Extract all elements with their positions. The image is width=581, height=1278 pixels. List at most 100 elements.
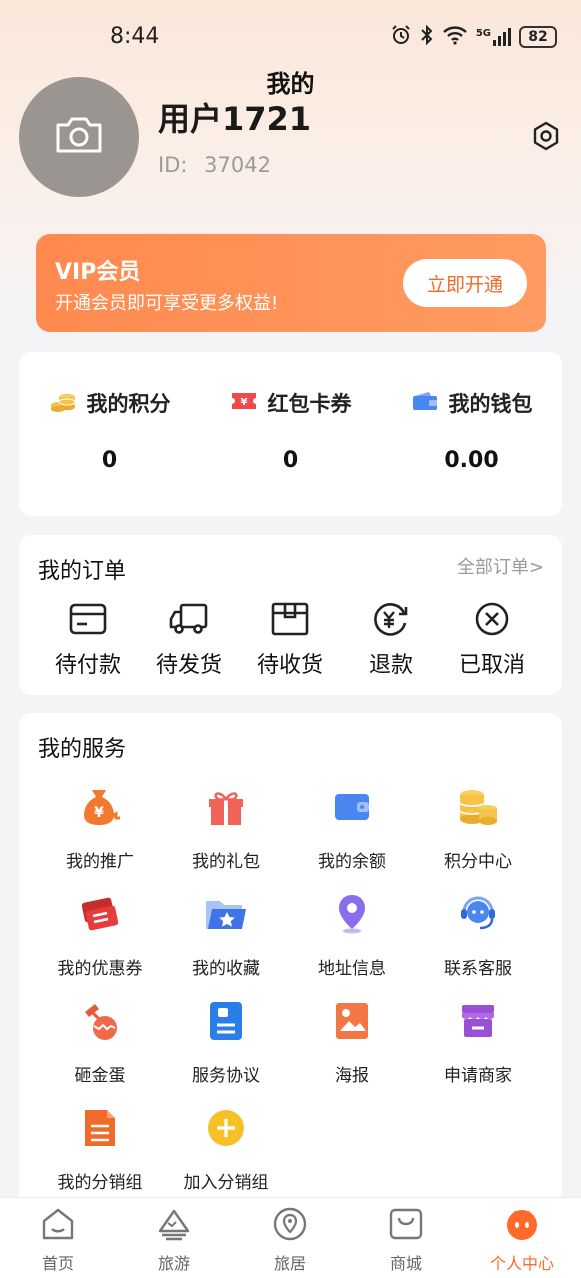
user-id-label: ID:: [158, 153, 188, 177]
bluetooth-icon: [420, 24, 434, 50]
svg-text:¥: ¥: [94, 805, 104, 821]
assets-card: 我的积分 0 ¥ 红包卡券 0 我的钱包 0.00: [19, 352, 562, 516]
services-title: 我的服务: [38, 737, 127, 762]
service-balance[interactable]: 我的余额: [289, 787, 415, 872]
avatar[interactable]: [19, 77, 139, 197]
golden-egg-icon: [79, 1000, 121, 1046]
stat-coupons[interactable]: ¥ 红包卡券 0: [200, 388, 381, 473]
service-gift[interactable]: 我的礼包: [163, 787, 289, 872]
coins-icon: [49, 389, 77, 418]
service-points-center[interactable]: 积分中心: [415, 787, 541, 872]
poster-icon: [334, 1001, 370, 1045]
network-type: 5G: [475, 28, 491, 39]
service-golden-egg-label: 砸金蛋: [74, 1066, 126, 1086]
tab-mall[interactable]: 商城: [348, 1208, 464, 1274]
service-address-label: 地址信息: [318, 959, 386, 979]
gift-icon: [206, 787, 246, 831]
refund-icon: [372, 601, 410, 641]
service-coupons[interactable]: 我的优惠券: [37, 894, 163, 979]
bottom-tab-bar: 首页 旅游 旅居 商城 个人中心: [0, 1197, 581, 1278]
service-gift-label: 我的礼包: [192, 852, 260, 872]
alarm-icon: [390, 24, 412, 50]
tab-sojourn[interactable]: 旅居: [232, 1206, 348, 1274]
status-bar: 8:44 5G 82: [0, 0, 581, 72]
location-icon: [272, 1206, 308, 1246]
stat-points[interactable]: 我的积分 0: [19, 388, 200, 473]
service-my-distribution-group-label: 我的分销组: [57, 1173, 143, 1193]
vip-title: VIP会员: [55, 260, 141, 285]
stat-coupons-value: 0: [282, 448, 299, 473]
vip-subtitle: 开通会员即可享受更多权益!: [55, 293, 279, 314]
service-my-distribution-group[interactable]: 我的分销组: [37, 1108, 163, 1193]
money-bag-icon: ¥: [78, 786, 122, 832]
service-promotion[interactable]: ¥ 我的推广: [37, 787, 163, 872]
cellular-signal-icon: 5G: [476, 28, 511, 46]
tab-home[interactable]: 首页: [0, 1208, 116, 1274]
services-card: 我的服务 ¥ 我的推广 我的礼包 我的余额 积分中心 我的优惠券 我的收藏 地址…: [19, 713, 562, 1213]
user-id: ID: 37042: [158, 153, 271, 177]
vip-activate-button[interactable]: 立即开通: [403, 259, 527, 307]
order-pending-receipt[interactable]: 待收货: [239, 601, 341, 679]
battery-indicator: 82: [519, 26, 557, 48]
svg-text:¥: ¥: [240, 397, 247, 408]
all-orders-link[interactable]: 全部订单>: [457, 553, 544, 579]
stat-wallet-value: 0.00: [444, 448, 499, 473]
settings-button[interactable]: [530, 121, 562, 155]
stat-coupons-label: 红包卡券: [267, 392, 352, 416]
order-cancelled-label: 已取消: [458, 653, 525, 678]
stat-wallet[interactable]: 我的钱包 0.00: [381, 388, 562, 473]
service-poster[interactable]: 海报: [289, 1001, 415, 1086]
service-poster-label: 海报: [335, 1066, 369, 1086]
service-merchant-apply[interactable]: 申请商家: [415, 1001, 541, 1086]
card-icon: [69, 602, 107, 640]
box-icon: [271, 602, 309, 640]
order-cancelled[interactable]: 已取消: [441, 601, 543, 679]
stat-points-value: 0: [101, 448, 118, 473]
tab-travel-label: 旅游: [157, 1254, 190, 1273]
service-favorites-label: 我的收藏: [192, 959, 260, 979]
shop-icon: [459, 1003, 497, 1043]
file-list-icon: [83, 1108, 117, 1152]
tab-mall-label: 商城: [389, 1254, 422, 1273]
wallet-icon: [411, 390, 439, 417]
service-golden-egg[interactable]: 砸金蛋: [37, 1001, 163, 1086]
headset-icon: [458, 894, 498, 938]
service-address[interactable]: 地址信息: [289, 894, 415, 979]
service-customer-support[interactable]: 联系客服: [415, 894, 541, 979]
service-favorites[interactable]: 我的收藏: [163, 894, 289, 979]
camera-icon: [54, 115, 104, 159]
settings-hexagon-icon: [531, 121, 561, 155]
vip-banner[interactable]: VIP会员 开通会员即可享受更多权益! 立即开通: [36, 234, 546, 332]
order-pending-payment-label: 待付款: [54, 653, 121, 678]
tab-sojourn-label: 旅居: [273, 1254, 306, 1273]
document-icon: [208, 1000, 244, 1046]
service-join-distribution-group-label: 加入分销组: [183, 1173, 269, 1193]
service-join-distribution-group[interactable]: 加入分销组: [163, 1108, 289, 1193]
service-customer-support-label: 联系客服: [444, 959, 512, 979]
status-icons: 5G 82: [390, 24, 557, 50]
orders-title: 我的订单: [38, 559, 127, 584]
service-coupons-label: 我的优惠券: [57, 959, 143, 979]
home-icon: [40, 1207, 76, 1245]
status-time: 8:44: [110, 24, 160, 49]
stat-points-label: 我的积分: [86, 392, 171, 416]
order-pending-payment[interactable]: 待付款: [37, 601, 139, 679]
username: 用户1721: [158, 100, 312, 138]
truck-icon: [169, 602, 209, 640]
ticket-icon: ¥: [230, 390, 258, 417]
tab-profile[interactable]: 个人中心: [464, 1208, 580, 1274]
profile-face-icon: [504, 1206, 540, 1246]
order-refund-label: 退款: [368, 653, 413, 678]
service-balance-label: 我的余额: [318, 852, 386, 872]
order-pending-shipment[interactable]: 待发货: [138, 601, 240, 679]
service-agreement-label: 服务协议: [192, 1066, 260, 1086]
service-agreement[interactable]: 服务协议: [163, 1001, 289, 1086]
wifi-icon: [442, 25, 468, 49]
cancel-icon: [474, 601, 510, 641]
tab-profile-label: 个人中心: [489, 1254, 554, 1273]
favorite-folder-icon: [204, 895, 248, 937]
tab-travel[interactable]: 旅游: [116, 1208, 232, 1274]
order-refund[interactable]: 退款: [340, 601, 442, 679]
order-pending-shipment-label: 待发货: [155, 653, 222, 678]
service-points-center-label: 积分中心: [444, 852, 512, 872]
